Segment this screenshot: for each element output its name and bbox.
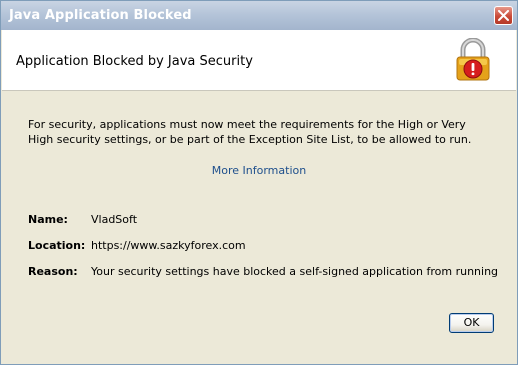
- header-title: Application Blocked by Java Security: [16, 54, 253, 69]
- window-title: Java Application Blocked: [9, 8, 192, 23]
- lock-warning-icon: [456, 38, 490, 81]
- dialog-content: For security, applications must now meet…: [2, 91, 516, 364]
- dialog-window: Java Application Blocked Application Blo…: [0, 0, 518, 365]
- reason-value: Your security settings have blocked a se…: [91, 265, 499, 278]
- security-description: For security, applications must now meet…: [28, 118, 472, 146]
- more-information-link[interactable]: More Information: [2, 164, 516, 177]
- dialog-header: Application Blocked by Java Security: [2, 30, 516, 91]
- name-value: VladSoft: [91, 213, 138, 226]
- name-label: Name:: [28, 213, 68, 226]
- reason-label: Reason:: [28, 265, 78, 278]
- location-value: https://www.sazkyforex.com: [91, 239, 246, 252]
- location-label: Location:: [28, 239, 86, 252]
- title-bar[interactable]: Java Application Blocked: [1, 1, 517, 30]
- close-icon: [498, 10, 509, 21]
- ok-button[interactable]: OK: [449, 313, 494, 333]
- close-button[interactable]: [494, 6, 513, 25]
